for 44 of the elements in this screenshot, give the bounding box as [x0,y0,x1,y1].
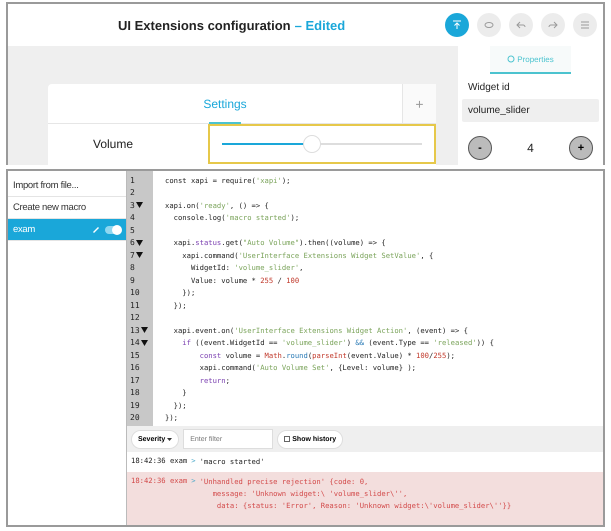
toolbar-button[interactable] [445,13,469,37]
increment-button[interactable]: + [569,136,593,160]
volume-label: Volume [92,137,134,151]
line-number: 3 [130,200,135,210]
line-number: 11 [130,300,140,310]
line-number: 13 [130,326,140,335]
slider-thumb[interactable] [303,135,321,153]
toolbar-button[interactable] [573,13,597,37]
line-number: 12 [130,313,140,322]
redo-icon [548,21,558,29]
widget-id-label: Widget id [468,82,511,93]
line-number: 7 [130,250,135,260]
toolbar-button[interactable] [509,13,533,37]
line-number: 20 [130,413,140,422]
toolbar-button[interactable] [477,13,501,37]
line-number: 4 [130,213,135,222]
line-number: 8 [130,263,135,272]
decrement-button[interactable]: - [468,136,492,160]
toolbar-button[interactable] [541,13,565,37]
line-number: 9 [130,276,135,285]
slider-widget[interactable] [208,124,436,164]
macro-toggle[interactable] [105,226,121,234]
edited-status: – Edited [294,18,346,32]
menu-icon [580,21,590,29]
line-number: 16 [130,363,140,372]
line-number: 6 [130,238,135,248]
line-number: 17 [130,376,140,385]
line-number: 15 [130,350,140,360]
line-number: 18 [130,388,140,398]
widget-id-field[interactable]: volume_slider [462,99,599,122]
window-title: UI Extensions configuration [118,18,291,32]
upload-icon [452,20,462,30]
line-number: 19 [130,400,140,410]
caret-icon [167,438,172,440]
step-value: 4 [527,141,534,155]
line-number: 2 [130,188,135,198]
line-number: 14 [130,338,140,348]
fold-arrow-icon[interactable] [136,202,143,208]
line-number: 1 [130,176,135,185]
line-number: 10 [130,288,140,298]
line-number: 5 [130,226,135,235]
checkbox[interactable] [284,436,290,442]
undo-icon [516,21,526,29]
pencil-icon[interactable] [93,226,99,232]
